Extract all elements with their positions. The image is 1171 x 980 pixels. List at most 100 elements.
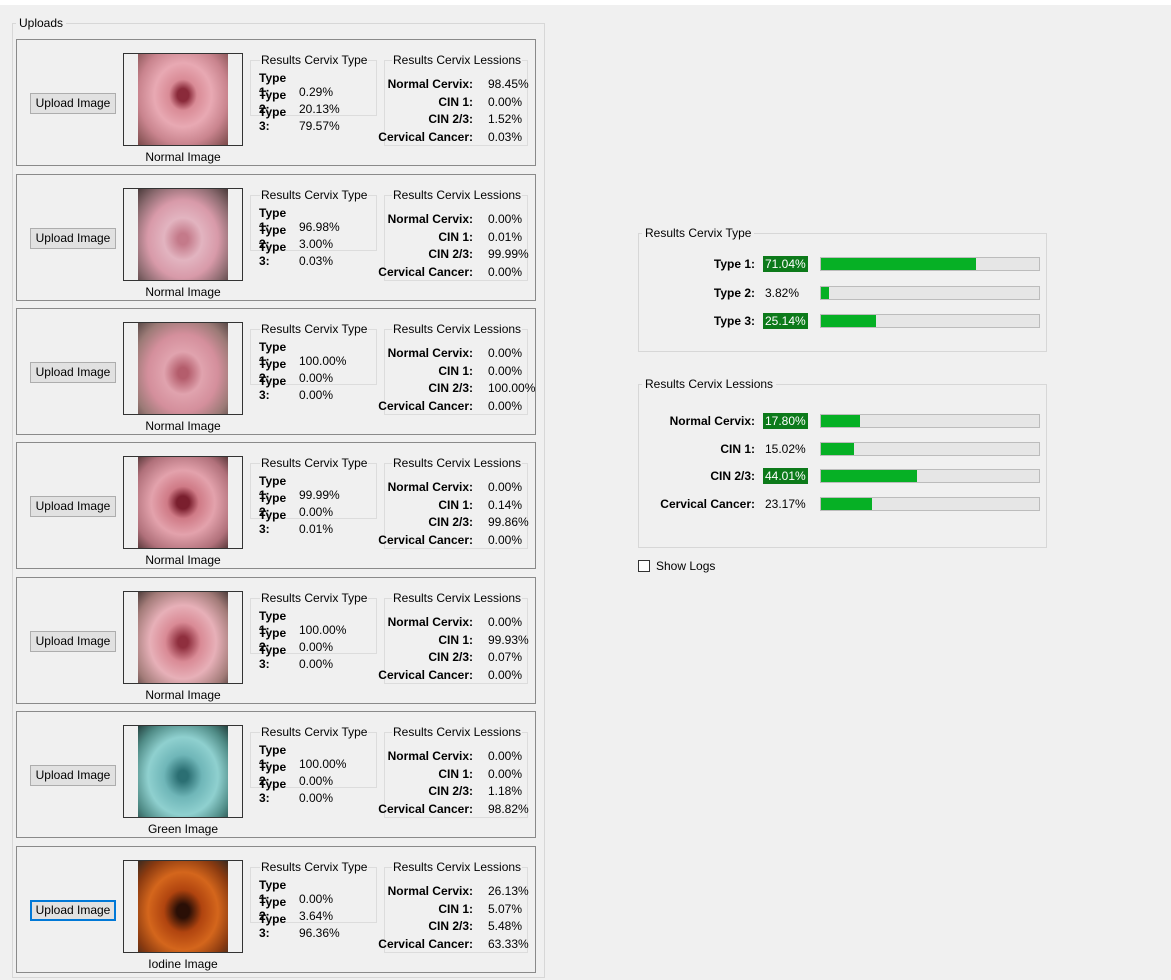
type-value: 0.01% xyxy=(299,522,334,536)
lesion-value: 100.00% xyxy=(488,381,536,395)
type-label: Type 3: xyxy=(259,374,287,402)
lesion-label: Normal Cervix: xyxy=(387,480,473,494)
lesion-value: 0.00% xyxy=(488,212,523,226)
lesion-label: Normal Cervix: xyxy=(387,212,473,226)
lesion-value: 26.13% xyxy=(488,884,529,898)
summary-lesions-group: Results Cervix Lessions xyxy=(638,377,1047,548)
lesion-value: 99.93% xyxy=(488,632,529,647)
type-result-row: Type 3: 0.01% xyxy=(259,508,333,536)
lesion-label: CIN 2/3: xyxy=(428,381,473,395)
show-logs-toggle[interactable]: Show Logs xyxy=(638,559,715,573)
type-label: Type 3: xyxy=(259,508,287,536)
upload-image-button[interactable]: Upload Image xyxy=(30,362,116,383)
summary-bar-value: 17.80% xyxy=(763,413,808,429)
summary-bar-value: 23.17% xyxy=(765,497,806,511)
image-caption: Normal Image xyxy=(145,688,221,702)
lesion-label: CIN 1: xyxy=(438,766,473,781)
lesion-value: 5.07% xyxy=(488,901,523,916)
summary-bar-value: 71.04% xyxy=(763,256,808,272)
lesion-value: 63.33% xyxy=(488,936,529,951)
lesion-label: Normal Cervix: xyxy=(387,77,473,91)
cervix-image xyxy=(123,322,243,415)
image-caption: Normal Image xyxy=(145,419,221,433)
upload-card: Upload Image Normal Image Results Cervix T… xyxy=(16,39,536,166)
type-label: Type 3: xyxy=(259,240,287,268)
lesion-label: Cervical Cancer: xyxy=(378,398,473,413)
image-caption: Normal Image xyxy=(145,285,221,299)
upload-card: Upload Image Normal Image Results Cervix T… xyxy=(16,308,536,435)
lesion-value: 0.00% xyxy=(488,480,523,494)
lesion-results-title: Results Cervix Lessions xyxy=(392,456,523,470)
lesion-value: 0.00% xyxy=(488,94,523,109)
upload-image-button[interactable]: Upload Image xyxy=(30,765,116,786)
lesion-results-title: Results Cervix Lessions xyxy=(392,188,523,202)
lesion-label: Cervical Cancer: xyxy=(378,532,473,547)
upload-image-button[interactable]: Upload Image xyxy=(30,93,116,114)
summary-progress-fill xyxy=(821,258,976,270)
lesion-results-title: Results Cervix Lessions xyxy=(392,53,523,67)
lesion-label: CIN 1: xyxy=(438,94,473,109)
lesion-label: Cervical Cancer: xyxy=(378,264,473,279)
lesion-value: 0.00% xyxy=(488,615,523,629)
summary-lesions-title: Results Cervix Lessions xyxy=(645,377,774,391)
upload-image-button[interactable]: Upload Image xyxy=(30,900,116,921)
summary-bar-value: 3.82% xyxy=(765,286,800,300)
summary-progress-bar xyxy=(820,497,1040,511)
summary-bar-value: 25.14% xyxy=(763,313,808,329)
summary-bar-label: Type 2: xyxy=(713,286,755,300)
lesion-label: CIN 1: xyxy=(438,497,473,512)
cervix-image xyxy=(123,188,243,281)
lesion-value: 0.00% xyxy=(488,766,523,781)
lesion-label: Normal Cervix: xyxy=(387,346,473,360)
show-logs-checkbox[interactable] xyxy=(638,560,650,572)
lesion-results-title: Results Cervix Lessions xyxy=(392,591,523,605)
type-results-title: Results Cervix Type xyxy=(260,188,369,202)
type-value: 96.36% xyxy=(299,926,340,940)
upload-card: Upload Image Normal Image Results Cervix T… xyxy=(16,577,536,704)
summary-bar-label: Normal Cervix: xyxy=(669,414,755,428)
summary-bar-label: Cervical Cancer: xyxy=(660,497,755,511)
summary-progress-fill xyxy=(821,315,876,327)
summary-progress-fill xyxy=(821,498,872,510)
window-top-strip xyxy=(0,0,1171,5)
upload-image-button[interactable]: Upload Image xyxy=(30,631,116,652)
type-results-title: Results Cervix Type xyxy=(260,860,369,874)
upload-image-button[interactable]: Upload Image xyxy=(30,228,116,249)
summary-progress-bar xyxy=(820,257,1040,271)
type-results-title: Results Cervix Type xyxy=(260,725,369,739)
lesion-label: CIN 2/3: xyxy=(428,919,473,933)
lesion-label: CIN 1: xyxy=(438,363,473,378)
type-value: 0.03% xyxy=(299,254,334,268)
type-result-row: Type 3: 0.03% xyxy=(259,240,333,268)
lesion-label: Cervical Cancer: xyxy=(378,667,473,682)
lesion-label: CIN 2/3: xyxy=(428,247,473,261)
lesion-label: CIN 2/3: xyxy=(428,650,473,664)
lesion-value: 0.03% xyxy=(488,129,523,144)
uploads-title: Uploads xyxy=(19,16,64,30)
lesion-label: Cervical Cancer: xyxy=(378,801,473,816)
summary-progress-fill xyxy=(821,470,917,482)
lesion-label: CIN 2/3: xyxy=(428,515,473,529)
summary-progress-fill xyxy=(821,415,860,427)
lesion-value: 98.82% xyxy=(488,801,529,816)
lesion-label: Normal Cervix: xyxy=(387,749,473,763)
type-value: 0.00% xyxy=(299,657,334,671)
type-results-title: Results Cervix Type xyxy=(260,591,369,605)
lesion-label: CIN 1: xyxy=(438,229,473,244)
image-caption: Normal Image xyxy=(145,553,221,567)
lesion-value: 0.00% xyxy=(488,363,523,378)
type-label: Type 3: xyxy=(259,912,287,940)
upload-image-button[interactable]: Upload Image xyxy=(30,496,116,517)
type-value: 0.00% xyxy=(299,388,334,402)
summary-progress-fill xyxy=(821,287,829,299)
lesion-results-title: Results Cervix Lessions xyxy=(392,725,523,739)
summary-bar-label: Type 3: xyxy=(713,314,755,328)
lesion-value: 0.14% xyxy=(488,497,523,512)
type-result-row: Type 3: 96.36% xyxy=(259,912,340,940)
lesion-label: Normal Cervix: xyxy=(387,884,473,898)
lesion-value: 0.00% xyxy=(488,264,523,279)
lesion-value: 0.00% xyxy=(488,398,523,413)
cervix-image xyxy=(123,860,243,953)
lesion-value: 0.00% xyxy=(488,749,523,763)
lesion-value: 0.01% xyxy=(488,229,523,244)
